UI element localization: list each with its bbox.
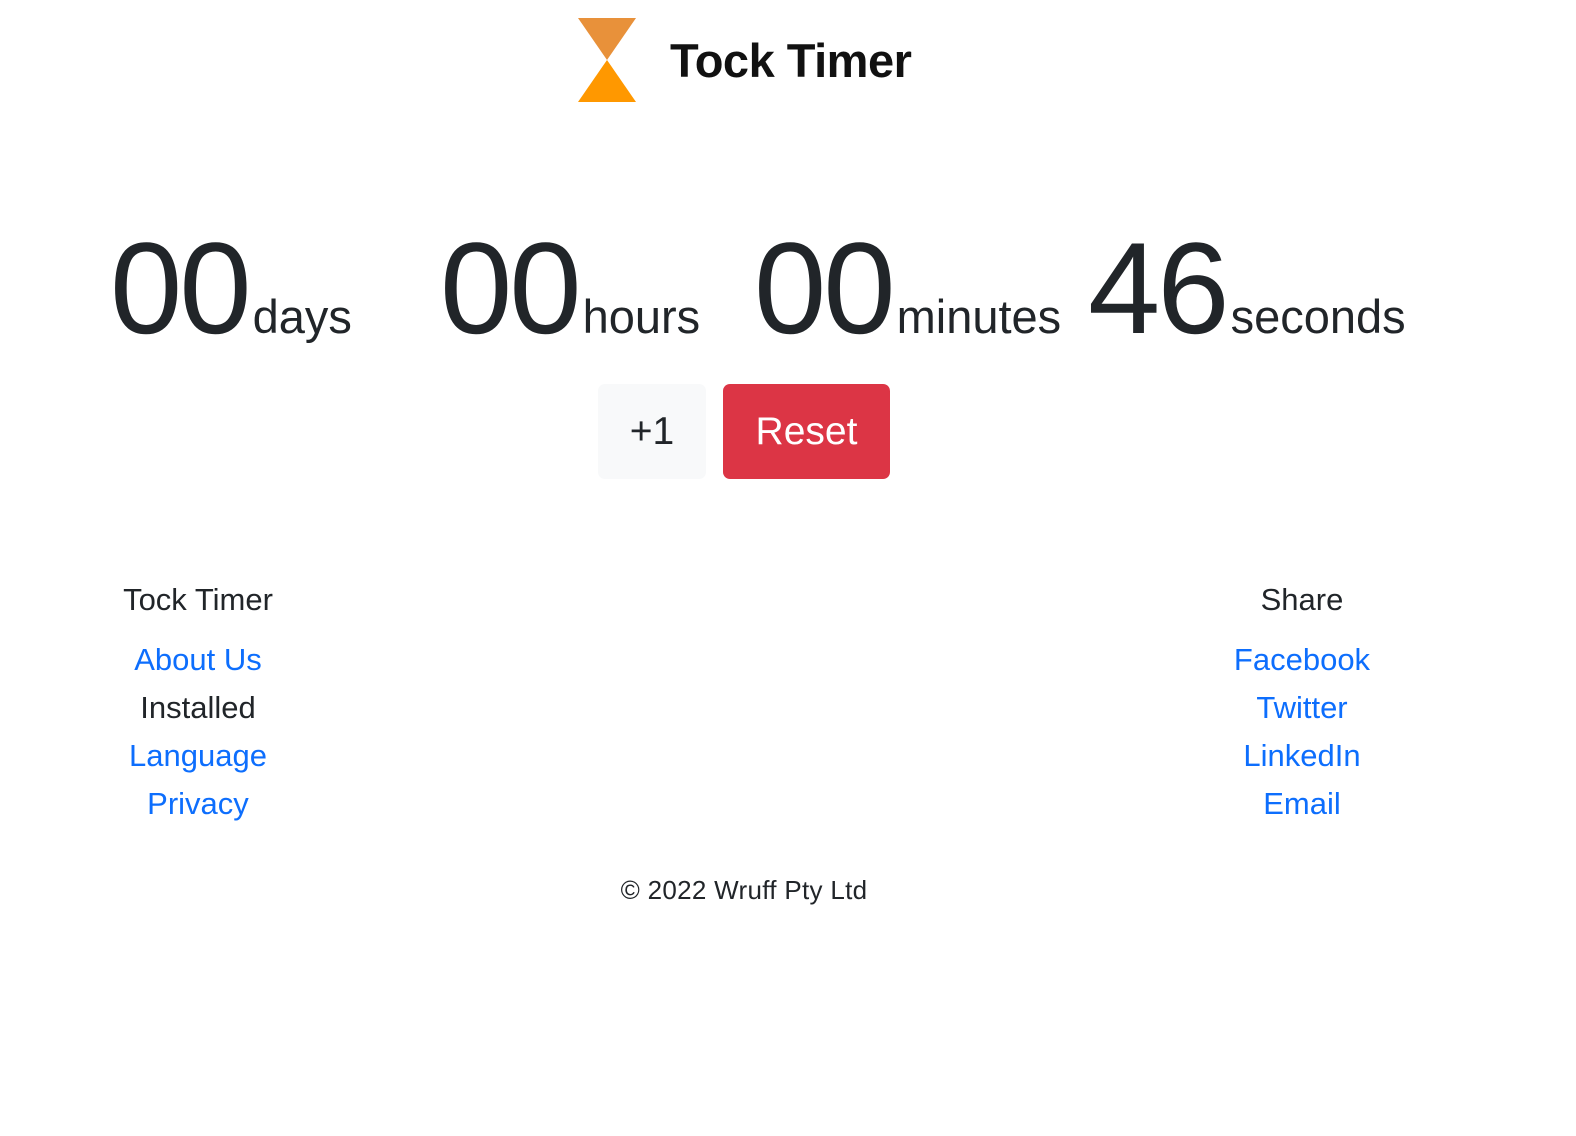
minutes-value: 00 [754,215,896,361]
footer-share-links: Facebook Twitter LinkedIn Email [1162,636,1442,828]
list-item: Language [58,732,338,780]
minutes-unit: 00 minutes [754,218,1061,358]
seconds-unit: 46 seconds [1088,218,1406,358]
copyright: © 2022 Wruff Pty Ltd [620,875,868,905]
about-us-link[interactable]: About Us [134,642,262,677]
hours-label: hours [582,290,701,343]
footer-app-links: About Us Installed Language Privacy [58,636,338,828]
list-item: Twitter [1162,684,1442,732]
footer-heading-share: Share [1260,582,1344,617]
seconds-label: seconds [1230,290,1406,343]
days-label: days [252,290,352,343]
list-item: Installed [58,684,338,732]
reset-button[interactable]: Reset [723,384,890,479]
linkedin-link[interactable]: LinkedIn [1243,738,1360,773]
footer-column-share: Share Facebook Twitter LinkedIn Email [1162,578,1442,828]
brand[interactable]: Tock Timer [578,16,912,104]
app-title: Tock Timer [670,33,912,87]
list-item: LinkedIn [1162,732,1442,780]
footer-heading-app: Tock Timer [123,582,273,617]
language-link[interactable]: Language [129,738,267,773]
countdown-display: 00 days 00 hours 00 minutes 46 seconds [0,218,1576,358]
minutes-label: minutes [896,290,1062,343]
email-link[interactable]: Email [1263,786,1341,821]
hours-value: 00 [440,215,582,361]
hourglass-icon [578,18,636,102]
privacy-link[interactable]: Privacy [147,786,249,821]
footer-column-app: Tock Timer About Us Installed Language P… [58,578,338,828]
list-item: Email [1162,780,1442,828]
twitter-link[interactable]: Twitter [1256,690,1347,725]
installed-text: Installed [140,690,256,725]
hours-unit: 00 hours [440,218,700,358]
list-item: Facebook [1162,636,1442,684]
list-item: Privacy [58,780,338,828]
page: Tock Timer 00 days 00 hours 00 minutes 4… [0,0,1576,1136]
list-item: About Us [58,636,338,684]
seconds-value: 46 [1088,215,1230,361]
days-value: 00 [110,215,252,361]
plus-one-button[interactable]: +1 [598,384,706,479]
facebook-link[interactable]: Facebook [1234,642,1370,677]
days-unit: 00 days [110,218,352,358]
